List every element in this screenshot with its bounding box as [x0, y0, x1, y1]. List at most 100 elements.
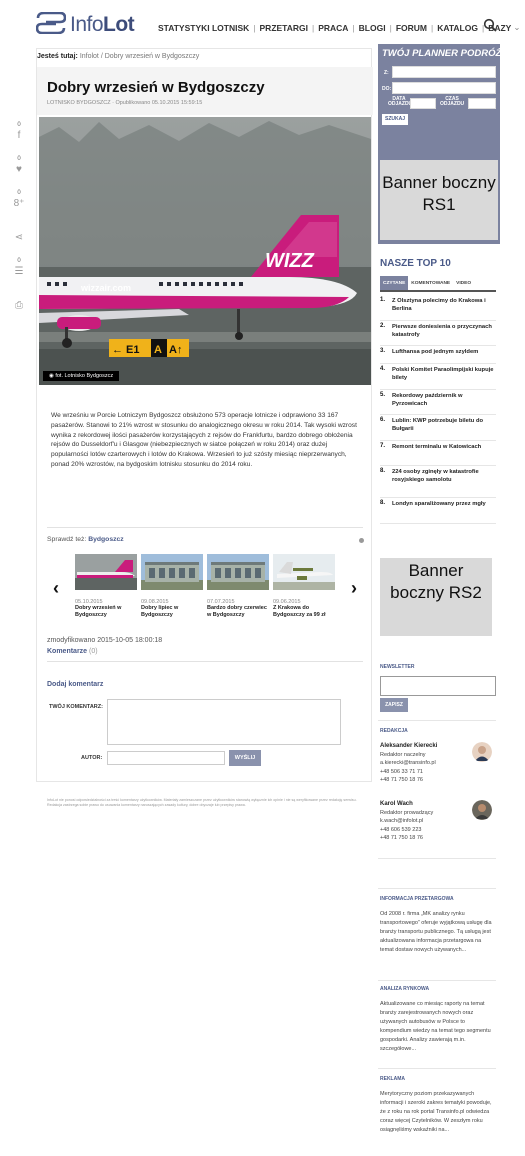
- related-item[interactable]: 09.08.2015 Dobry lipiec w Bydgoszczy: [141, 554, 205, 619]
- print-icon: ⎙: [15, 300, 23, 311]
- comment-label: TWÓJ KOMENTARZ:: [49, 704, 103, 710]
- dot-icon: [359, 538, 364, 543]
- planner-search-button[interactable]: SZUKAJ: [382, 114, 408, 125]
- infolot-logo[interactable]: InfoLot: [36, 10, 156, 38]
- related-item[interactable]: 07.07.2015 Bardzo dobry czerwiec w Bydgo…: [207, 554, 271, 619]
- newsletter-subscribe-button[interactable]: ZAPISZ: [380, 698, 408, 712]
- related-thumb: [75, 554, 137, 590]
- top10-tabs: CZYTANE KOMENTOWANE VIDEO: [380, 276, 496, 292]
- comments-link[interactable]: Komentarze (0): [47, 648, 98, 655]
- time-input[interactable]: [468, 98, 496, 109]
- google-plus-icon: 8⁺: [13, 198, 25, 209]
- list-item[interactable]: 3. Lufthansa pod jednym szyldem: [380, 346, 496, 364]
- nav-blogi[interactable]: BLOGI: [359, 23, 386, 33]
- twitter-icon: ♥: [16, 164, 22, 175]
- tab-komentowane[interactable]: KOMENTOWANE: [408, 276, 453, 290]
- chevron-right-icon[interactable]: ›: [351, 578, 357, 599]
- list-item[interactable]: 1. Z Olsztyna polecimy do Krakowa i Berli…: [380, 295, 496, 321]
- avatar: [472, 742, 492, 762]
- divider: [378, 980, 496, 981]
- related-thumb: [141, 554, 203, 590]
- info-heading: REKLAMA: [380, 1076, 405, 1082]
- comment-textarea[interactable]: [107, 699, 341, 745]
- breadcrumb-current: Dobry wrzesień w Bydgoszczy: [104, 53, 200, 60]
- related-item[interactable]: 05.10.2015 Dobry wrzesień w Bydgoszczy: [75, 554, 139, 619]
- nav-przetargi[interactable]: PRZETARGI: [260, 23, 308, 33]
- print-button[interactable]: ⎙: [4, 292, 34, 326]
- list-item[interactable]: 7. Remont terminalu w Katowicach: [380, 441, 496, 466]
- top10-heading: NASZE TOP 10: [380, 258, 451, 269]
- editor-card: Karol Wach Redaktor prowadzący k.wach@in…: [380, 800, 496, 854]
- disclaimer-text: InfoLot nie ponosi odpowiedzialności za …: [47, 798, 357, 807]
- related-item[interactable]: 09.06.2015 Z Krakowa do Bydgoszczy za 99…: [273, 554, 337, 619]
- divider: [378, 720, 496, 721]
- svg-text:A: A: [154, 344, 162, 356]
- svg-text:A↑: A↑: [169, 344, 182, 356]
- article-photo: WIZZ wizzair.com ← E1 A A↑ ◉ fot. Lotnis…: [39, 117, 371, 385]
- info-text: Od 2008 r. firma „MK analizy rynku trans…: [380, 911, 492, 953]
- share-bar: 0f 0 ♥ 0 8⁺ ⋖ 0 ☰ ⎙: [4, 122, 36, 326]
- list-item[interactable]: 4. Polski Komitet Paraolimpijski kupuje b…: [380, 364, 496, 390]
- related-tag[interactable]: Bydgoszcz: [88, 536, 124, 543]
- breadcrumb: Jesteś tutaj: Infolot / Dobry wrzesień w…: [37, 53, 200, 60]
- photo-caption: ◉ fot. Lotnisko Bydgoszcz: [43, 371, 120, 381]
- share-icon: ⋖: [14, 232, 24, 243]
- site-header: InfoLot STATYSTYKI LOTNISK | PRZETARGI | P…: [0, 0, 525, 46]
- list-item[interactable]: 6. Lublin: KWP potrzebuje biletu do Bułga…: [380, 415, 496, 441]
- logo-text: InfoLot: [70, 13, 135, 36]
- chevron-down-icon[interactable]: ⌄: [513, 22, 520, 33]
- send-comment-button[interactable]: WYŚLIJ: [229, 750, 261, 766]
- banner-rs2[interactable]: Banner boczny RS2: [380, 558, 492, 636]
- nav-praca[interactable]: PRACA: [318, 23, 348, 33]
- article-meta: LOTNISKO BYDGOSZCZ · Opublikowano 05.10.…: [47, 100, 203, 106]
- newsletter-email-input[interactable]: [380, 676, 496, 696]
- trip-planner: TWÓJ PLANNER PODRÓŻY Z: DO: DATA ODJAZDU…: [378, 44, 508, 244]
- list-item[interactable]: 8. 224 osoby zginęły w katastrofie rosyjs…: [380, 466, 496, 498]
- editor-card: Aleksander Kierecki Redaktor naczelny a.…: [380, 742, 496, 796]
- nav-statystyki[interactable]: STATYSTYKI LOTNISK: [158, 23, 249, 33]
- logo-mark-icon: [36, 12, 66, 34]
- related-thumb: [207, 554, 269, 590]
- main-nav: STATYSTYKI LOTNISK | PRZETARGI | PRACA | BL…: [158, 22, 521, 33]
- to-input[interactable]: [392, 82, 496, 94]
- banner-rs1[interactable]: Banner boczny RS1: [380, 160, 498, 240]
- divider: [378, 1068, 496, 1069]
- related-thumb: [273, 554, 335, 590]
- facebook-icon: f: [17, 130, 21, 141]
- chevron-left-icon[interactable]: ‹: [53, 578, 59, 599]
- divider: [378, 888, 496, 889]
- related-carousel: ‹ 05.10.2015 Dobry wrzesień w Bydgoszczy…: [49, 554, 363, 634]
- list-item[interactable]: 8. Londyn sparaliżowany przez mgły: [380, 498, 496, 524]
- list-item[interactable]: 5. Rekordowy październik w Pyrzowicach: [380, 390, 496, 415]
- svg-text:← E1: ← E1: [112, 344, 140, 356]
- facebook-share[interactable]: 0f: [4, 122, 34, 156]
- info-heading: ANALIZA RYNKOWA: [380, 986, 430, 992]
- breadcrumb-home[interactable]: Infolot: [80, 53, 99, 60]
- svg-text:WIZZ: WIZZ: [265, 250, 315, 272]
- google-plus-share[interactable]: 0 8⁺: [4, 190, 34, 224]
- list-item[interactable]: 2. Pierwsze doniesienia o przyczynach kat…: [380, 321, 496, 346]
- planner-title: TWÓJ PLANNER PODRÓŻY: [382, 48, 508, 59]
- info-text: Merytoryczny poziom przekazywanych infor…: [380, 1091, 492, 1133]
- editors-heading: REDAKCJA: [380, 728, 408, 734]
- comment-icon: ☰: [14, 266, 24, 277]
- svg-text:wizzair.com: wizzair.com: [80, 283, 131, 293]
- title-band: Dobry wrzesień w Bydgoszczy LOTNISKO BYD…: [37, 67, 373, 115]
- info-text: Aktualizowane co miesiąc raporty na tema…: [380, 1001, 491, 1052]
- divider: [47, 527, 363, 528]
- divider: [47, 661, 363, 662]
- article-body: We wrześniu w Porcie Lotniczym Bydgoszcz…: [51, 412, 357, 468]
- airplane-photo: WIZZ wizzair.com ← E1 A A↑: [39, 117, 371, 385]
- share-button[interactable]: ⋖: [4, 224, 34, 258]
- twitter-share[interactable]: 0 ♥: [4, 156, 34, 190]
- nav-forum[interactable]: FORUM: [396, 23, 427, 33]
- related-label: Sprawdź też: Bydgoszcz: [47, 536, 124, 543]
- tab-video[interactable]: VIDEO: [453, 276, 474, 290]
- comment-count-button[interactable]: 0 ☰: [4, 258, 34, 292]
- nav-katalog[interactable]: KATALOG: [437, 23, 478, 33]
- date-input[interactable]: [410, 98, 436, 109]
- from-input[interactable]: [392, 66, 496, 78]
- tab-czytane[interactable]: CZYTANE: [380, 276, 409, 290]
- search-icon[interactable]: [483, 18, 497, 32]
- author-input[interactable]: [107, 751, 225, 765]
